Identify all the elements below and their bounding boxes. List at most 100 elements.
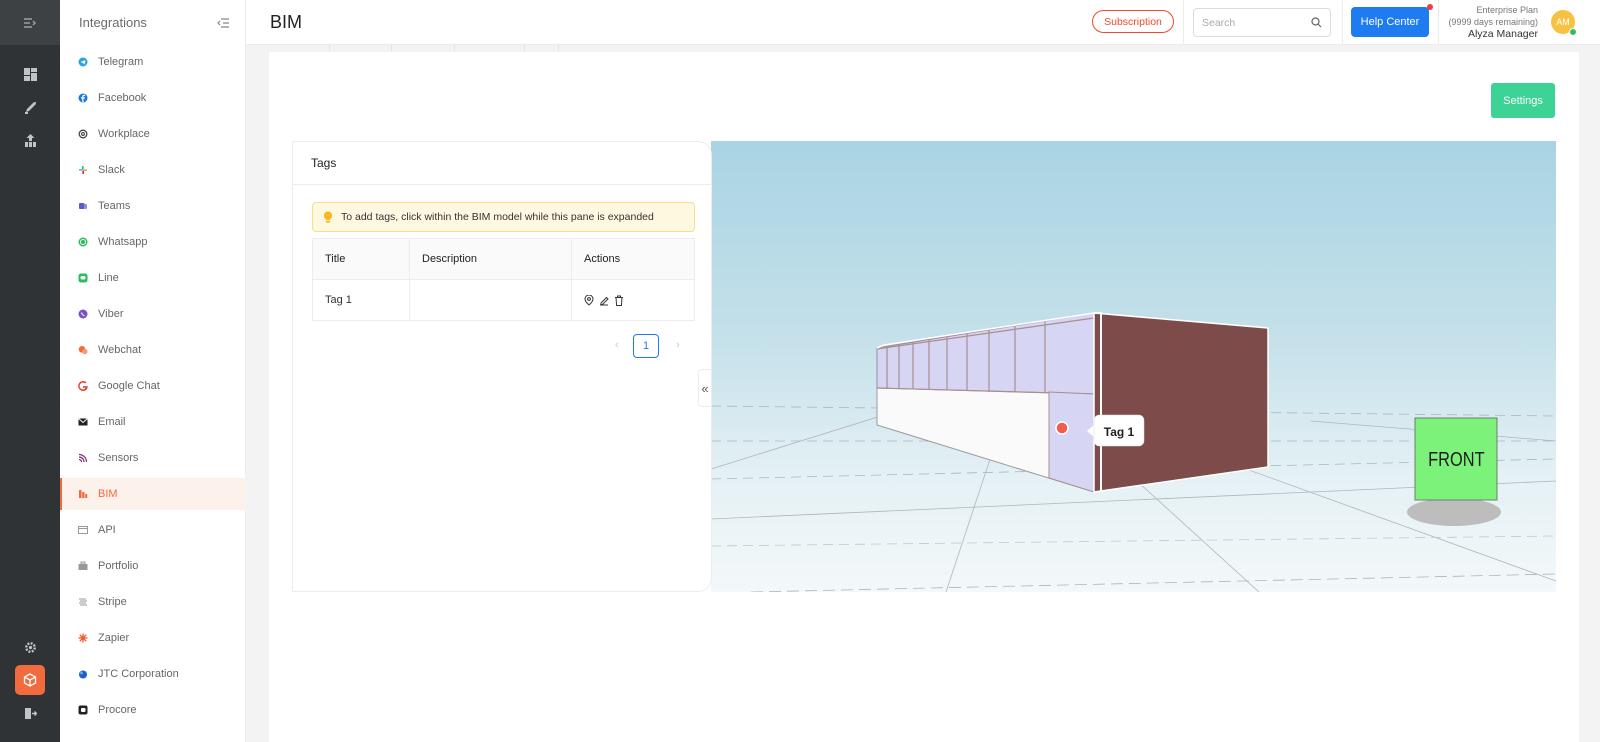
tag-label[interactable]: Tag 1: [1087, 414, 1145, 447]
portfolio-icon: [78, 561, 88, 571]
sidebar-item-label: Email: [98, 416, 126, 428]
workplace-icon: [78, 129, 88, 139]
tag-description-cell: [409, 279, 572, 321]
sidebar-item-label: API: [98, 524, 116, 536]
sidebar-item-portfolio[interactable]: Portfolio: [60, 550, 246, 582]
sidebar-item-label: Viber: [98, 308, 124, 320]
sidebar-item-api[interactable]: API: [60, 514, 246, 546]
sidebar-item-label: Workplace: [98, 128, 150, 140]
settings-button[interactable]: [0, 633, 60, 661]
header-divider: [1183, 0, 1184, 45]
bim-model-viewer[interactable]: Tag 1 FRONT: [711, 141, 1556, 592]
email-icon: [78, 417, 88, 427]
delete-tag-icon[interactable]: [614, 295, 624, 306]
sensors-icon: [78, 453, 88, 463]
logout-icon: [24, 707, 37, 719]
help-center-button[interactable]: Help Center: [1351, 7, 1429, 37]
sidebar-item-label: Google Chat: [98, 380, 160, 392]
integrations-button[interactable]: [15, 665, 45, 695]
search-input[interactable]: [1202, 16, 1302, 29]
whatsapp-icon: [78, 237, 88, 247]
dashboard-icon: [23, 67, 37, 81]
sidebar-item-telegram[interactable]: Telegram: [60, 46, 246, 78]
locate-tag-icon[interactable]: [584, 294, 594, 306]
tab-divider: [329, 45, 330, 51]
stripe-icon: [78, 597, 88, 607]
sidebar-item-workplace[interactable]: Workplace: [60, 118, 246, 150]
plan-remaining: (9999 days remaining): [1448, 17, 1538, 27]
sidebar-item-jtc-corporation[interactable]: JTC Corporation: [60, 658, 246, 690]
edit-tag-icon[interactable]: [599, 295, 609, 306]
tab-divider: [454, 45, 455, 51]
view-cube[interactable]: FRONT: [1407, 417, 1501, 526]
sidebar-item-label: Line: [98, 272, 119, 284]
logout-button[interactable]: [0, 699, 60, 727]
sidebar-item-stripe[interactable]: Stripe: [60, 586, 246, 618]
sidebar-item-teams[interactable]: Teams: [60, 190, 246, 222]
sidebar-item-zapier[interactable]: Zapier: [60, 622, 246, 654]
search-icon[interactable]: [1311, 17, 1322, 28]
collapse-pane-button[interactable]: «: [698, 369, 712, 407]
pagination-next[interactable]: ›: [676, 339, 680, 351]
collapse-sidebar-icon[interactable]: [217, 17, 229, 28]
launch-button[interactable]: [0, 93, 60, 121]
sidebar-item-sensors[interactable]: Sensors: [60, 442, 246, 474]
sidebar-item-label: Teams: [98, 200, 131, 212]
notification-dot: [1427, 4, 1433, 10]
sidebar-item-line[interactable]: Line: [60, 262, 246, 294]
sidebar-item-label: Procore: [98, 704, 137, 716]
webchat-icon: [78, 345, 88, 355]
sidebar-item-label: Whatsapp: [98, 236, 148, 248]
analytics-button[interactable]: [0, 126, 60, 154]
pagination-prev[interactable]: ‹: [615, 339, 619, 351]
building-model: [876, 312, 1269, 493]
tag-marker[interactable]: [1055, 421, 1069, 435]
integrations-cube-icon: [23, 673, 37, 687]
page-title: BIM: [270, 12, 303, 32]
line-icon: [78, 273, 88, 283]
jtc-icon: [78, 669, 88, 679]
sidebar-item-viber[interactable]: Viber: [60, 298, 246, 330]
lightbulb-icon: [323, 211, 333, 223]
view-cube-label: FRONT: [1428, 447, 1484, 470]
sidebar-item-label: Zapier: [98, 632, 130, 644]
table-row: Tag 1: [312, 279, 695, 321]
tags-pane: Tags To add tags, click within the BIM m…: [292, 141, 712, 592]
rocket-icon: [24, 101, 36, 114]
subscription-button[interactable]: Subscription: [1092, 10, 1174, 33]
tab-divider: [558, 45, 559, 51]
sidebar-item-email[interactable]: Email: [60, 406, 246, 438]
search-box[interactable]: [1193, 8, 1331, 37]
telegram-icon: [78, 57, 88, 67]
sidebar-item-whatsapp[interactable]: Whatsapp: [60, 226, 246, 258]
online-status-dot: [1569, 28, 1577, 36]
tab-divider: [391, 45, 392, 51]
bim-scene[interactable]: Tag 1 FRONT: [711, 141, 1556, 592]
column-title: Title: [312, 238, 410, 280]
procore-icon: [78, 705, 88, 715]
tags-pane-title: Tags: [311, 156, 337, 170]
sidebar-item-label: Sensors: [98, 452, 139, 464]
sidebar-item-webchat[interactable]: Webchat: [60, 334, 246, 366]
sidebar-item-bim[interactable]: BIM: [60, 478, 246, 510]
sidebar-item-facebook[interactable]: Facebook: [60, 82, 246, 114]
sidebar-item-label: JTC Corporation: [98, 668, 179, 680]
sidebar-item-label: Webchat: [98, 344, 142, 356]
sidebar-item-label: Telegram: [98, 56, 144, 68]
collapse-menu-icon: [24, 17, 36, 28]
plan-name: Enterprise Plan: [1476, 5, 1538, 15]
user-name[interactable]: Alyza Manager: [1448, 28, 1538, 40]
bim-icon: [78, 489, 88, 499]
table-header-row: Title Description Actions: [312, 238, 695, 280]
sidebar-item-procore[interactable]: Procore: [60, 694, 246, 726]
dashboard-button[interactable]: [0, 60, 60, 88]
pagination-page-1[interactable]: 1: [633, 334, 659, 358]
sidebar-item-google-chat[interactable]: Google Chat: [60, 370, 246, 402]
plan-info: Enterprise Plan (9999 days remaining) Al…: [1448, 4, 1538, 40]
settings-icon: [24, 641, 36, 653]
tags-hint-text: To add tags, click within the BIM model …: [341, 211, 654, 223]
settings-button[interactable]: Settings: [1491, 83, 1555, 118]
collapse-menu-button[interactable]: [0, 0, 60, 45]
integrations-sidebar: Integrations Telegram Facebook Workplace Sl…: [60, 0, 246, 742]
sidebar-item-slack[interactable]: Slack: [60, 154, 246, 186]
